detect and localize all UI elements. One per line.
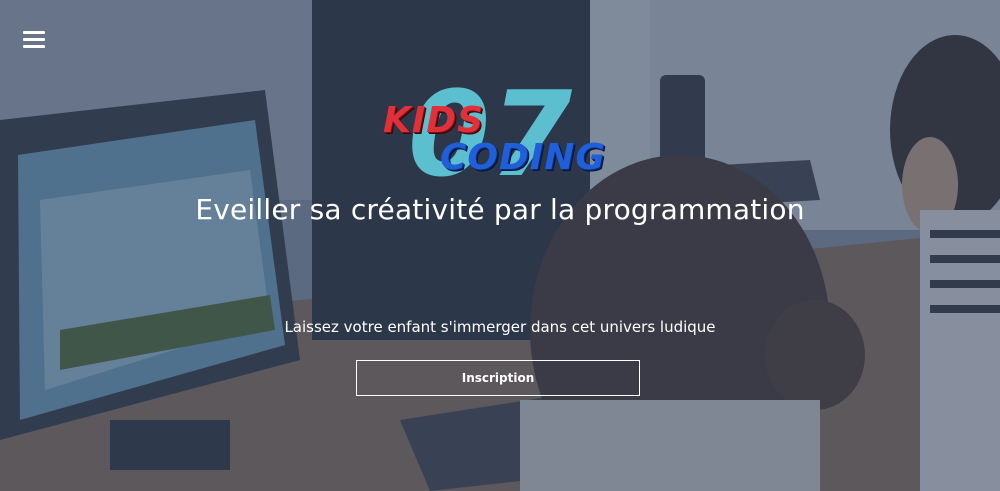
hero-section: 07 KIDS CODING Eveiller sa créativité pa… [0,0,1000,491]
hamburger-menu-icon[interactable] [23,31,45,49]
inscription-button[interactable]: Inscription [356,360,640,396]
kids-coding-logo[interactable]: 07 KIDS CODING [378,60,618,203]
logo-word-kids: KIDS [383,100,485,141]
hero-headline: Eveiller sa créativité par la programmat… [195,193,805,226]
menu-bar-bottom [23,45,45,48]
menu-bar-middle [23,38,45,41]
menu-bar-top [23,31,45,34]
hero-subtitle: Laissez votre enfant s'immerger dans cet… [284,318,716,336]
logo-word-coding: CODING [440,137,606,178]
